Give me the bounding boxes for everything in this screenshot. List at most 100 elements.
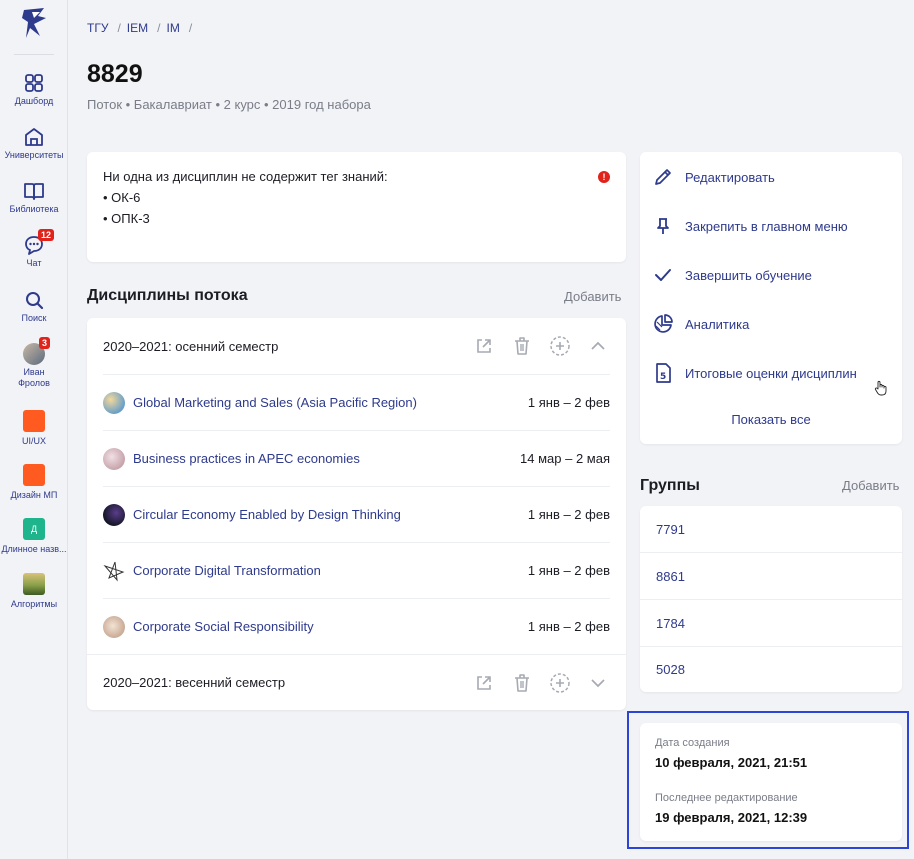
discipline-thumbnail (103, 559, 125, 582)
sidebar-item-algorithms[interactable]: Алгоритмы (0, 573, 68, 610)
divider (14, 54, 54, 55)
disciplines-card: 2020–2021: осенний семестр Global Market… (87, 318, 626, 710)
sidebar-item-label: Университеты (4, 150, 64, 160)
discipline-row[interactable]: Global Marketing and Sales (Asia Pacific… (103, 374, 610, 430)
discipline-thumbnail (103, 391, 125, 414)
sidebar-item-label: Библиотека (9, 204, 59, 214)
group-item[interactable]: 5028 (640, 646, 902, 693)
discipline-name[interactable]: Global Marketing and Sales (Asia Pacific… (133, 395, 528, 410)
group-item[interactable]: 1784 (640, 600, 902, 647)
breadcrumb-link[interactable]: IM (166, 21, 179, 35)
hand-cursor-icon (874, 380, 887, 396)
breadcrumb-separator: / (188, 21, 193, 35)
sidebar-item-label: Иван Фролов (18, 367, 50, 388)
sidebar-item-ui-ux[interactable]: UI/UX (0, 410, 68, 447)
sidebar-item-library[interactable]: Библиотека (0, 180, 68, 215)
disciplines-title: Дисциплины потока (87, 287, 248, 304)
page-subtitle: Поток • Бакалавриат • 2 курс • 2019 год … (87, 97, 371, 112)
edited-label: Последнее редактирование (655, 792, 798, 804)
discipline-name[interactable]: Corporate Digital Transformation (133, 563, 528, 578)
check-icon (652, 264, 674, 286)
discipline-name[interactable]: Circular Economy Enabled by Design Think… (133, 507, 528, 522)
profile-badge: 3 (39, 337, 51, 349)
chevron-down-icon[interactable] (586, 671, 610, 695)
semester-label: 2020–2021: весенний семестр (103, 675, 286, 690)
discipline-name[interactable]: Business practices in APEC economies (133, 451, 520, 466)
trash-icon[interactable] (510, 671, 534, 695)
sidebar-item-profile[interactable]: Иван Фролов 3 (0, 337, 68, 389)
discipline-dates: 1 янв – 2 фев (527, 507, 610, 522)
logo[interactable] (20, 6, 50, 40)
dashboard-icon (25, 74, 43, 92)
page-title: 8829 (87, 60, 143, 88)
add-discipline-button[interactable]: Добавить (564, 289, 621, 304)
edit-button[interactable]: Редактировать (652, 157, 775, 197)
discipline-thumbnail (103, 447, 125, 470)
sidebar-item-label: Алгоритмы (10, 599, 58, 609)
discipline-dates: 1 янв – 2 фев (527, 563, 610, 578)
semester-row[interactable]: 2020–2021: осенний семестр (87, 318, 626, 374)
discipline-thumbnail (103, 615, 125, 638)
warning-tag: • ОПК-3 (103, 211, 150, 226)
sidebar-item-universities[interactable]: Университеты (0, 126, 68, 161)
project-square-icon (23, 464, 45, 486)
discipline-row[interactable]: Circular Economy Enabled by Design Think… (103, 486, 610, 542)
sidebar-item-design-mp[interactable]: Дизайн МП (0, 464, 68, 501)
group-item[interactable]: 8861 (640, 553, 902, 600)
svg-text:5: 5 (660, 372, 666, 382)
edited-value: 19 февраля, 2021, 12:39 (655, 810, 808, 825)
actions-card: Редактировать Закрепить в главном меню З… (640, 152, 902, 444)
sidebar-item-dashboard[interactable]: Дашборд (0, 72, 68, 107)
warning-card: Ни одна из дисциплин не содержит тег зна… (87, 152, 626, 262)
pie-chart-icon (652, 313, 674, 335)
sidebar-item-label: UI/UX (21, 436, 46, 446)
groups-card: 7791 8861 1784 5028 (640, 506, 902, 692)
add-group-button[interactable]: Добавить (842, 478, 899, 493)
discipline-row[interactable]: Business practices in APEC economies 14 … (103, 430, 610, 486)
chat-badge: 12 (38, 229, 55, 241)
library-icon (24, 183, 44, 200)
sidebar-item-label: Поиск (21, 313, 47, 323)
sidebar-item-long-name[interactable]: Д Длинное назв... (0, 518, 68, 555)
trash-icon[interactable] (510, 334, 534, 358)
sidebar-item-label: Дизайн МП (10, 490, 58, 500)
project-image-icon (23, 573, 45, 595)
pencil-icon (652, 166, 674, 188)
university-icon (25, 128, 43, 146)
add-circle-icon[interactable] (548, 671, 572, 695)
breadcrumb-separator: / (117, 21, 121, 35)
project-letter-icon: Д (23, 518, 45, 540)
add-circle-icon[interactable] (548, 334, 572, 358)
show-all-link[interactable]: Показать все (640, 412, 902, 427)
group-item[interactable]: 7791 (640, 506, 902, 553)
breadcrumb-link[interactable]: IEM (127, 21, 148, 35)
breadcrumb: ТГУ / IEM / IM / (87, 21, 198, 35)
breadcrumb-separator: / (157, 21, 161, 35)
pin-label: Закрепить в главном меню (685, 218, 848, 234)
created-value: 10 февраля, 2021, 21:51 (655, 755, 808, 770)
grade-icon: 5 (652, 362, 674, 384)
discipline-dates: 14 мар – 2 мая (520, 451, 610, 466)
semester-row[interactable]: 2020–2021: весенний семестр (87, 654, 626, 710)
pin-button[interactable]: Закрепить в главном меню (652, 206, 848, 246)
sidebar-item-chat[interactable]: Чат 12 (0, 229, 68, 269)
finish-training-label: Завершить обучение (685, 267, 812, 283)
discipline-row[interactable]: Corporate Digital Transformation 1 янв –… (103, 542, 610, 598)
analytics-button[interactable]: Аналитика (652, 304, 749, 344)
project-square-icon (23, 410, 45, 432)
chevron-up-icon[interactable] (586, 334, 610, 358)
search-icon (26, 292, 44, 310)
groups-title: Группы (640, 477, 700, 494)
open-external-icon[interactable] (472, 334, 496, 358)
breadcrumb-link[interactable]: ТГУ (87, 21, 108, 35)
finish-training-button[interactable]: Завершить обучение (652, 255, 812, 295)
open-external-icon[interactable] (472, 671, 496, 695)
discipline-name[interactable]: Corporate Social Responsibility (133, 619, 528, 634)
sidebar-item-search[interactable]: Поиск (0, 289, 68, 324)
pin-icon (652, 215, 674, 237)
discipline-row[interactable]: Corporate Social Responsibility 1 янв – … (103, 598, 610, 654)
alert-icon: ! (598, 171, 610, 183)
sidebar-item-label: Чат (26, 258, 42, 268)
sidebar-item-label: Длинное назв... (1, 544, 67, 554)
final-grades-button[interactable]: 5 Итоговые оценки дисциплин (652, 353, 857, 393)
